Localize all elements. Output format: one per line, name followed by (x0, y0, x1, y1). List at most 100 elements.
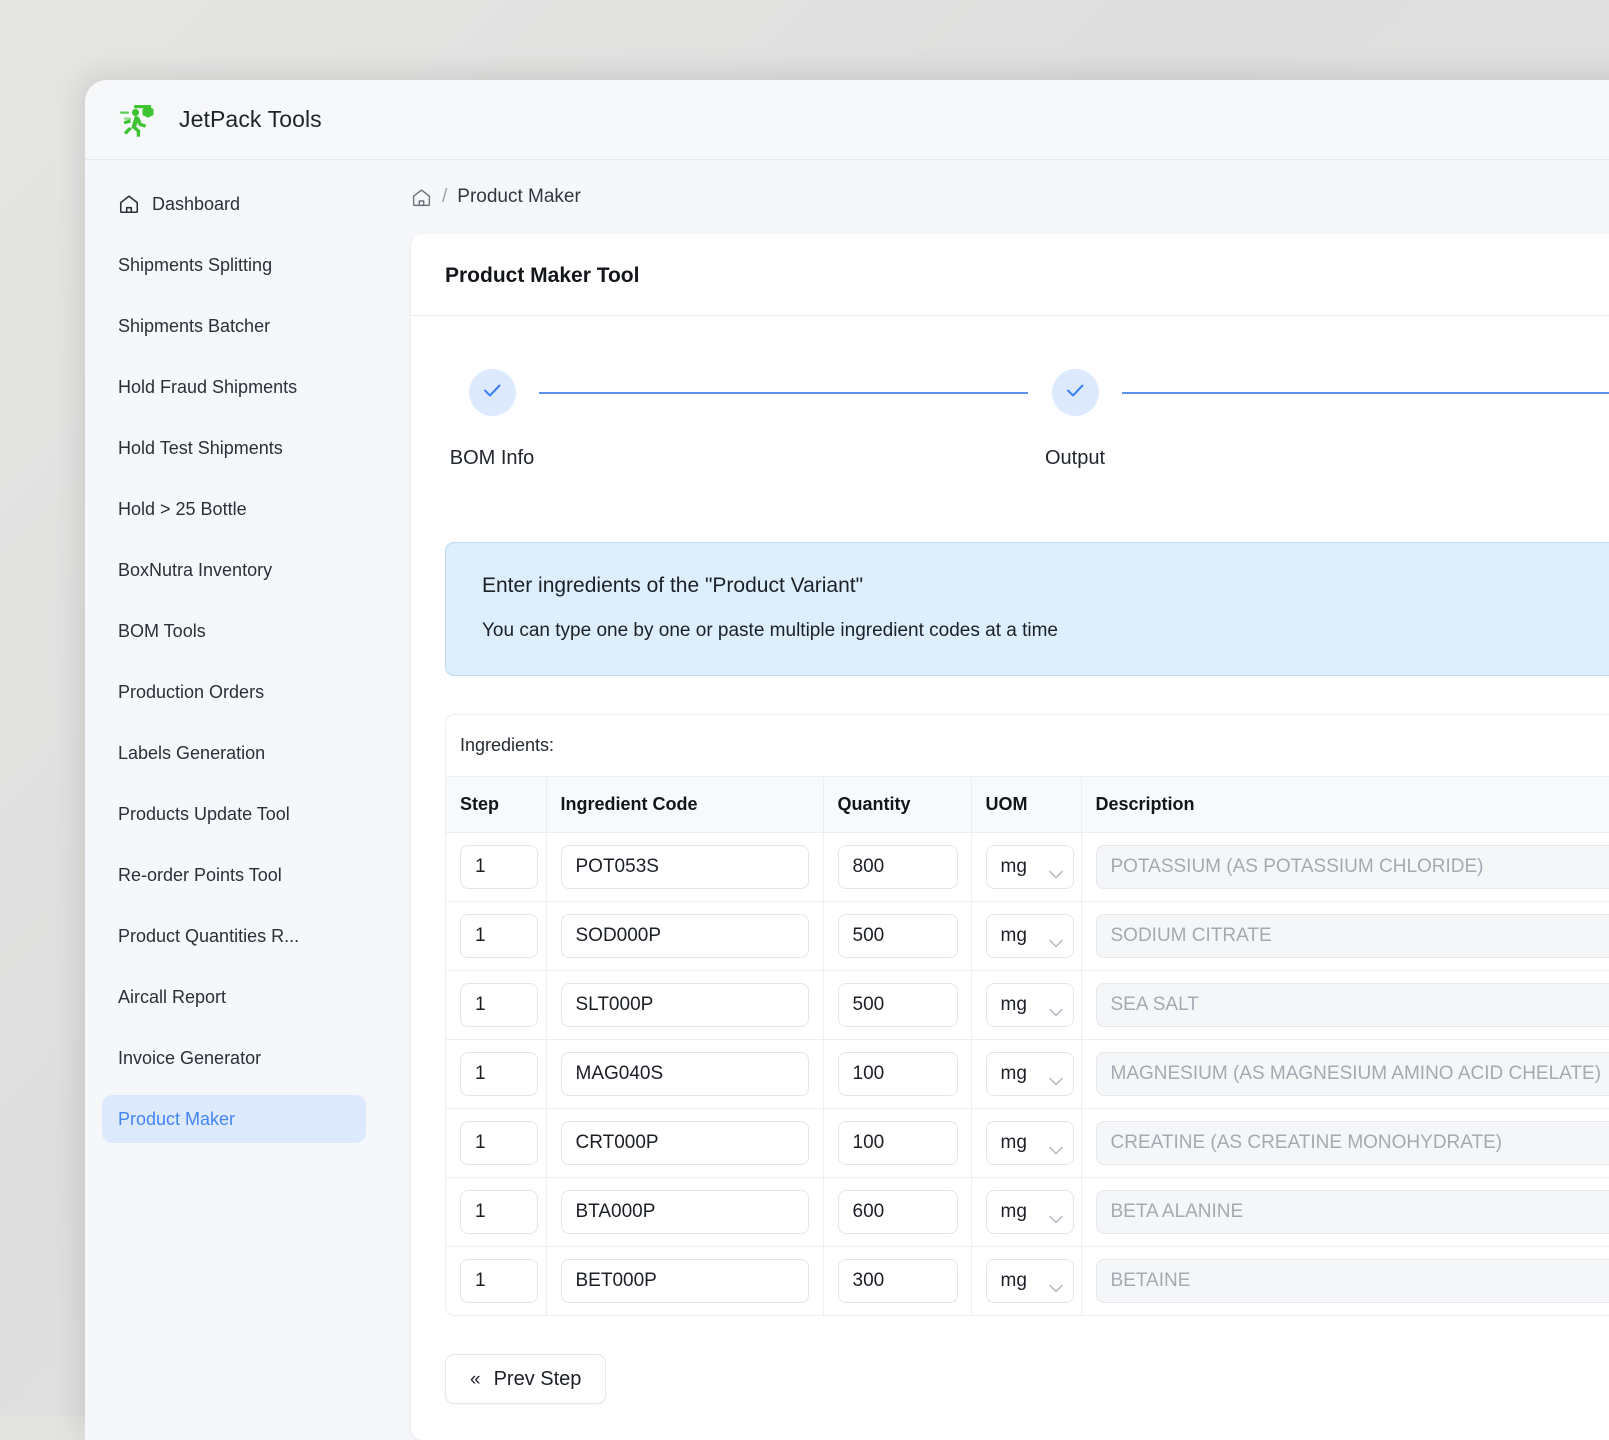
sidebar-item-label: BoxNutra Inventory (118, 560, 272, 581)
uom-select[interactable]: mg (986, 1121, 1074, 1165)
cell-code: BTA000P (546, 1178, 823, 1247)
quantity-input[interactable]: 100 (838, 1121, 958, 1165)
sidebar-item-label: Production Orders (118, 682, 264, 703)
uom-select[interactable]: mg (986, 845, 1074, 889)
step-input[interactable]: 1 (460, 845, 538, 889)
sidebar-item-label: Product Quantities R... (118, 926, 299, 947)
chevron-down-icon (1049, 1139, 1063, 1148)
quantity-input[interactable]: 500 (838, 983, 958, 1027)
breadcrumb-current: Product Maker (457, 186, 581, 208)
brand-title: JetPack Tools (179, 106, 322, 133)
uom-value: mg (1001, 1063, 1027, 1085)
cell-description: BETAINE (1081, 1247, 1609, 1316)
table-header-row: Step Ingredient Code Quantity UOM Descri… (446, 777, 1609, 833)
table-row: 1 CRT000P 100 mg CREATINE (AS CREATINE M… (446, 1109, 1609, 1178)
home-icon (118, 193, 140, 215)
column-header-step: Step (446, 777, 546, 833)
description-input[interactable]: POTASSIUM (AS POTASSIUM CHLORIDE) (1096, 845, 1609, 889)
ingredients-table-body: 1 POT053S 800 mg POTASSIUM (AS POTASSIUM… (446, 833, 1609, 1316)
ingredient-code-input[interactable]: MAG040S (561, 1052, 809, 1096)
uom-select[interactable]: mg (986, 914, 1074, 958)
description-input[interactable]: SODIUM CITRATE (1096, 914, 1609, 958)
info-banner-title: Enter ingredients of the "Product Varian… (482, 574, 1608, 598)
step-bom-info[interactable]: BOM Info (445, 369, 539, 470)
uom-select[interactable]: mg (986, 983, 1074, 1027)
breadcrumb-separator: / (442, 186, 447, 208)
sidebar-item-hold-25-bottle[interactable]: Hold > 25 Bottle (102, 485, 366, 533)
ingredient-code-input[interactable]: BTA000P (561, 1190, 809, 1234)
sidebar-item-production-orders[interactable]: Production Orders (102, 668, 366, 716)
quantity-input[interactable]: 300 (838, 1259, 958, 1303)
uom-select[interactable]: mg (986, 1259, 1074, 1303)
sidebar-item-label: Aircall Report (118, 987, 226, 1008)
cell-code: CRT000P (546, 1109, 823, 1178)
prev-step-button[interactable]: « Prev Step (445, 1354, 606, 1404)
step-input[interactable]: 1 (460, 1190, 538, 1234)
description-input[interactable]: CREATINE (AS CREATINE MONOHYDRATE) (1096, 1121, 1609, 1165)
chevron-down-icon (1049, 932, 1063, 941)
cell-code: SLT000P (546, 971, 823, 1040)
description-input[interactable]: BETAINE (1096, 1259, 1609, 1303)
cell-code: SOD000P (546, 902, 823, 971)
cell-uom: mg (971, 971, 1081, 1040)
cell-step: 1 (446, 1109, 546, 1178)
sidebar-item-re-order-points-tool[interactable]: Re-order Points Tool (102, 851, 366, 899)
cell-uom: mg (971, 1109, 1081, 1178)
sidebar-item-label: Re-order Points Tool (118, 865, 282, 886)
step-input[interactable]: 1 (460, 1121, 538, 1165)
sidebar-item-bom-tools[interactable]: BOM Tools (102, 607, 366, 655)
home-icon[interactable] (411, 187, 432, 208)
sidebar-item-label: Hold Test Shipments (118, 438, 283, 459)
uom-select[interactable]: mg (986, 1052, 1074, 1096)
ingredient-code-input[interactable]: POT053S (561, 845, 809, 889)
description-input[interactable]: BETA ALANINE (1096, 1190, 1609, 1234)
step-input[interactable]: 1 (460, 914, 538, 958)
quantity-input[interactable]: 800 (838, 845, 958, 889)
sidebar-item-products-update-tool[interactable]: Products Update Tool (102, 790, 366, 838)
quantity-input[interactable]: 500 (838, 914, 958, 958)
sidebar-item-product-maker[interactable]: Product Maker (102, 1095, 366, 1143)
sidebar-item-shipments-batcher[interactable]: Shipments Batcher (102, 302, 366, 350)
sidebar-item-label: Hold Fraud Shipments (118, 377, 297, 398)
sidebar-item-label: Products Update Tool (118, 804, 290, 825)
uom-select[interactable]: mg (986, 1190, 1074, 1234)
sidebar-item-boxnutra-inventory[interactable]: BoxNutra Inventory (102, 546, 366, 594)
quantity-input[interactable]: 600 (838, 1190, 958, 1234)
ingredient-code-input[interactable]: SLT000P (561, 983, 809, 1027)
quantity-input[interactable]: 100 (838, 1052, 958, 1096)
description-input[interactable]: MAGNESIUM (AS MAGNESIUM AMINO ACID CHELA… (1096, 1052, 1609, 1096)
sidebar-item-product-quantities-report[interactable]: Product Quantities R... (102, 912, 366, 960)
chevron-down-icon (1049, 1208, 1063, 1217)
step-input[interactable]: 1 (460, 1052, 538, 1096)
cell-uom: mg (971, 1178, 1081, 1247)
sidebar-nav: Dashboard Shipments Splitting Shipments … (85, 160, 383, 1440)
sidebar-item-label: Shipments Batcher (118, 316, 270, 337)
cell-quantity: 100 (823, 1109, 971, 1178)
sidebar-item-hold-test-shipments[interactable]: Hold Test Shipments (102, 424, 366, 472)
sidebar-item-aircall-report[interactable]: Aircall Report (102, 973, 366, 1021)
table-row: 1 POT053S 800 mg POTASSIUM (AS POTASSIUM… (446, 833, 1609, 902)
uom-value: mg (1001, 1270, 1027, 1292)
cell-uom: mg (971, 833, 1081, 902)
sidebar-item-shipments-splitting[interactable]: Shipments Splitting (102, 241, 366, 289)
sidebar-item-dashboard[interactable]: Dashboard (102, 180, 366, 228)
cell-code: MAG040S (546, 1040, 823, 1109)
step-input[interactable]: 1 (460, 1259, 538, 1303)
ingredient-code-input[interactable]: SOD000P (561, 914, 809, 958)
cell-step: 1 (446, 833, 546, 902)
cell-quantity: 500 (823, 971, 971, 1040)
card-footer: « Prev Step (411, 1316, 1609, 1404)
step-output[interactable]: Output (1028, 369, 1122, 470)
table-row: 1 BTA000P 600 mg BETA ALANINE (446, 1178, 1609, 1247)
sidebar-item-invoice-generator[interactable]: Invoice Generator (102, 1034, 366, 1082)
description-input[interactable]: SEA SALT (1096, 983, 1609, 1027)
chevron-down-icon (1049, 1277, 1063, 1286)
check-icon (1063, 378, 1087, 407)
ingredient-code-input[interactable]: BET000P (561, 1259, 809, 1303)
ingredient-code-input[interactable]: CRT000P (561, 1121, 809, 1165)
sidebar-item-hold-fraud-shipments[interactable]: Hold Fraud Shipments (102, 363, 366, 411)
step-input[interactable]: 1 (460, 983, 538, 1027)
cell-description: CREATINE (AS CREATINE MONOHYDRATE) (1081, 1109, 1609, 1178)
cell-step: 1 (446, 1247, 546, 1316)
sidebar-item-labels-generation[interactable]: Labels Generation (102, 729, 366, 777)
